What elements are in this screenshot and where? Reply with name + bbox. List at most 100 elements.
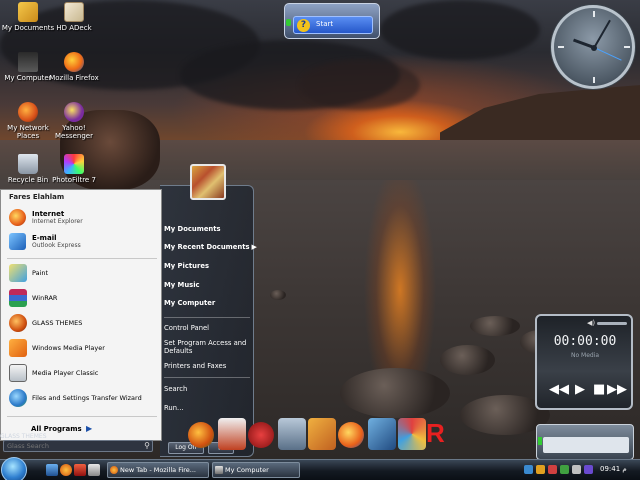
search-gadget-label: Start — [316, 20, 334, 28]
start-my-computer[interactable]: My Computer — [164, 299, 215, 307]
menu-divider — [7, 416, 157, 417]
stop-icon[interactable]: ■ — [593, 382, 605, 397]
start-search-box[interactable]: ⚲ — [3, 440, 153, 452]
network-icon[interactable] — [524, 465, 533, 474]
desktop-icon-firefox[interactable]: Mozilla Firefox — [46, 52, 102, 82]
media-time: 00:00:00 — [553, 334, 617, 349]
speaker-icon[interactable]: ◀) — [587, 319, 595, 327]
firefox-icon — [110, 466, 118, 474]
start-control-panel[interactable]: Control Panel — [164, 324, 209, 332]
clock-tick — [593, 77, 595, 83]
start-printers-faxes[interactable]: Printers and Faxes — [164, 362, 226, 370]
pinned-internet[interactable]: Internet Internet Explorer — [9, 208, 159, 230]
start-program-access[interactable]: Set Program Access and Defaults — [164, 339, 250, 355]
media-track: No Media — [570, 352, 600, 359]
forward-icon[interactable]: ▶▶ — [607, 382, 627, 397]
start-my-pictures[interactable]: My Pictures — [164, 262, 209, 270]
task-my-computer[interactable]: My Computer — [212, 462, 300, 478]
quicklaunch-desktop-icon[interactable] — [46, 464, 58, 476]
clock-center — [591, 45, 597, 51]
desktop-icon-yahoo-messenger[interactable]: Yahoo! Messenger — [46, 102, 102, 140]
my-documents-icon — [18, 2, 38, 22]
taskbar-clock[interactable]: 09:41 م — [600, 465, 627, 473]
user-avatar[interactable] — [190, 164, 226, 200]
desktop-icon-hd-adeck[interactable]: HD ADeck — [46, 2, 102, 32]
recycle-bin-icon — [18, 154, 38, 174]
dock-paint-icon[interactable] — [398, 418, 426, 450]
hd-adeck-icon — [64, 2, 84, 22]
start-my-documents[interactable]: My Documents — [164, 225, 221, 233]
user-name: Fares Elahlam — [9, 193, 65, 201]
quicklaunch-firefox-icon[interactable] — [60, 464, 72, 476]
computer-icon — [215, 466, 223, 474]
volume-icon[interactable] — [572, 465, 581, 474]
search-gadget-bar[interactable]: ? Start — [293, 16, 373, 34]
quicklaunch-explorer-icon[interactable] — [88, 464, 100, 476]
menu-divider — [164, 317, 250, 318]
cloud — [300, 60, 420, 110]
application-dock: R — [158, 418, 458, 458]
cloud — [380, 0, 540, 60]
tray-app-icon[interactable] — [560, 465, 569, 474]
dock-photos-icon[interactable] — [308, 418, 336, 450]
glass-themes-label: GLASS THEMES — [0, 433, 47, 440]
search-gadget[interactable]: ? Start — [284, 3, 380, 39]
program-files-settings-wizard[interactable]: Files and Settings Transfer Wizard — [9, 389, 159, 409]
program-winrar[interactable]: WinRAR — [9, 289, 159, 309]
start-my-recent-documents[interactable]: My Recent Documents ▶ — [164, 243, 257, 251]
clock-gadget[interactable] — [551, 5, 635, 89]
taskbar: New Tab - Mozilla Fire... My Computer 09… — [0, 457, 640, 480]
network-places-icon — [18, 102, 38, 122]
firefox-icon — [64, 52, 84, 72]
dock-r-icon[interactable]: R — [426, 418, 454, 450]
outlook-express-icon — [9, 233, 26, 250]
windows-media-player-icon — [9, 339, 27, 357]
pinned-email[interactable]: E-mail Outlook Express — [9, 232, 159, 254]
menu-divider — [164, 377, 250, 378]
clock-tick — [593, 11, 595, 17]
program-paint[interactable]: Paint — [9, 264, 159, 284]
start-search-input[interactable] — [4, 441, 134, 451]
quick-launch-bar[interactable] — [543, 437, 629, 453]
media-player-gadget[interactable]: ◀) 00:00:00 No Media ◀◀ ▶ ■ ▶▶ — [535, 314, 633, 410]
paint-icon — [9, 264, 27, 282]
clock-minute-hand — [593, 19, 611, 49]
start-search[interactable]: Search — [164, 385, 187, 393]
dock-firefox-icon[interactable] — [188, 422, 214, 448]
quick-launch-gadget[interactable] — [536, 424, 634, 460]
clock-tick — [558, 46, 564, 48]
task-firefox[interactable]: New Tab - Mozilla Fire... — [107, 462, 209, 478]
program-windows-media-player[interactable]: Windows Media Player — [9, 339, 159, 359]
rewind-icon[interactable]: ◀◀ — [549, 382, 569, 397]
all-programs-button[interactable]: All Programs — [31, 425, 82, 433]
volume-slider[interactable] — [597, 322, 627, 325]
program-glass-themes[interactable]: GLASS THEMES — [9, 314, 159, 334]
start-run[interactable]: Run... — [164, 404, 184, 412]
tray-app-icon[interactable] — [536, 465, 545, 474]
quicklaunch-media-icon[interactable] — [74, 464, 86, 476]
dock-tool-icon[interactable] — [218, 418, 246, 450]
start-menu: My Documents My Recent Documents ▶ My Pic… — [0, 164, 257, 457]
search-icon[interactable]: ⚲ — [144, 441, 150, 450]
gadget-handle[interactable] — [286, 19, 291, 26]
pinned-title: E-mail — [32, 234, 57, 242]
pinned-subtitle: Outlook Express — [32, 242, 81, 249]
pinned-title: Internet — [32, 210, 65, 218]
tray-app-icon[interactable] — [548, 465, 557, 474]
desktop-icon-photofiltre[interactable]: PhotoFiltre 7 — [46, 154, 102, 184]
dock-recycle-icon[interactable] — [278, 418, 306, 450]
dock-internet-explorer-icon[interactable] — [338, 422, 364, 448]
internet-explorer-icon — [9, 209, 26, 226]
start-button[interactable] — [1, 457, 27, 480]
start-my-music[interactable]: My Music — [164, 281, 200, 289]
dock-landscape-icon[interactable] — [368, 418, 396, 450]
tray-app-icon[interactable] — [584, 465, 593, 474]
rock — [270, 290, 286, 300]
dock-media-icon[interactable] — [248, 422, 274, 448]
glass-themes-icon — [9, 314, 27, 332]
photofiltre-icon — [64, 154, 84, 174]
program-media-player-classic[interactable]: Media Player Classic — [9, 364, 159, 384]
play-icon[interactable]: ▶ — [575, 382, 585, 397]
transfer-wizard-icon — [9, 389, 27, 407]
gadget-handle[interactable] — [538, 437, 542, 445]
